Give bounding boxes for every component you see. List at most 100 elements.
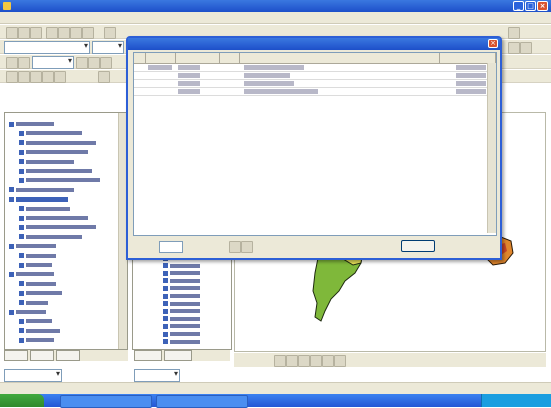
- catalog-item[interactable]: [163, 301, 200, 307]
- editor-combo[interactable]: [4, 369, 62, 382]
- undo-icon[interactable]: [104, 27, 116, 39]
- menu-item[interactable]: [90, 14, 108, 21]
- full-extent-icon[interactable]: [30, 71, 42, 83]
- forward-icon[interactable]: [54, 71, 66, 83]
- toc-layer-item[interactable]: [19, 234, 82, 240]
- minimize-button[interactable]: _: [513, 1, 524, 11]
- toc-layer-item[interactable]: [19, 206, 70, 212]
- toc-layer-item[interactable]: [19, 159, 74, 165]
- catalog-item[interactable]: [163, 331, 200, 337]
- toc-layer-item[interactable]: [9, 271, 54, 277]
- column-header[interactable]: [240, 53, 440, 63]
- draw-arrow-icon[interactable]: [274, 355, 286, 367]
- toc-layer-item[interactable]: [19, 177, 100, 183]
- catalog-item[interactable]: [163, 263, 200, 269]
- taskbar-item[interactable]: [156, 395, 248, 408]
- target-combo[interactable]: [134, 369, 180, 382]
- toc-layer-item[interactable]: [19, 328, 60, 334]
- menu-item[interactable]: [146, 14, 164, 21]
- taskbar-item[interactable]: [60, 395, 152, 408]
- style-combo[interactable]: [4, 41, 90, 54]
- scale-combo[interactable]: [32, 56, 74, 69]
- catalog-item[interactable]: [163, 323, 200, 329]
- maximize-button[interactable]: □: [525, 1, 536, 11]
- tab-contents[interactable]: [134, 350, 162, 361]
- column-header[interactable]: [440, 53, 496, 63]
- cut-icon[interactable]: [58, 27, 70, 39]
- draw-line-icon[interactable]: [310, 355, 322, 367]
- zoom-out-icon[interactable]: [18, 71, 30, 83]
- catalog-item[interactable]: [163, 316, 200, 322]
- toc-layer-item[interactable]: [19, 215, 88, 221]
- open-icon[interactable]: [18, 27, 30, 39]
- draw-rect-icon[interactable]: [286, 355, 298, 367]
- tab-selection[interactable]: [56, 350, 80, 361]
- draw-fill-icon[interactable]: [322, 355, 334, 367]
- column-header[interactable]: [176, 53, 220, 63]
- identify-icon[interactable]: [18, 57, 30, 69]
- toc-layer-item[interactable]: [19, 168, 92, 174]
- toc-layer-item[interactable]: [9, 121, 54, 127]
- draw-font-icon[interactable]: [334, 355, 346, 367]
- close-button[interactable]: ×: [537, 1, 548, 11]
- toc-layer-item[interactable]: [19, 262, 52, 268]
- toc-layer-item[interactable]: [19, 318, 52, 324]
- toc-layer-item[interactable]: [19, 281, 56, 287]
- table-scrollbar[interactable]: [487, 63, 496, 233]
- toc-layer-item[interactable]: [19, 149, 88, 155]
- zoom-in-icon[interactable]: [6, 71, 18, 83]
- toc-layer-item[interactable]: [19, 337, 54, 343]
- column-header[interactable]: [134, 53, 146, 63]
- menu-item[interactable]: [6, 14, 24, 21]
- select-icon[interactable]: [6, 57, 18, 69]
- toc-layer-item[interactable]: [19, 253, 56, 259]
- table-row[interactable]: [134, 88, 496, 96]
- catalog-item[interactable]: [163, 308, 200, 314]
- menu-item[interactable]: [174, 14, 192, 21]
- find-icon[interactable]: [88, 57, 100, 69]
- catalog-item[interactable]: [163, 339, 200, 345]
- options-button[interactable]: [401, 240, 435, 252]
- zoom-icon[interactable]: [508, 42, 520, 54]
- toc-layer-item[interactable]: [19, 140, 96, 146]
- info-icon[interactable]: [98, 71, 110, 83]
- catalog-item[interactable]: [163, 293, 200, 299]
- print-icon[interactable]: [46, 27, 58, 39]
- paste-icon[interactable]: [82, 27, 94, 39]
- tab-display[interactable]: [4, 350, 28, 361]
- show-all-icon[interactable]: [229, 241, 241, 253]
- record-field[interactable]: [159, 241, 183, 253]
- menu-item[interactable]: [62, 14, 80, 21]
- tab-source[interactable]: [30, 350, 54, 361]
- menu-item[interactable]: [118, 14, 136, 21]
- font-combo[interactable]: [92, 41, 124, 54]
- hyperlink-icon[interactable]: [100, 57, 112, 69]
- catalog-item[interactable]: [163, 278, 200, 284]
- catalog-item[interactable]: [163, 270, 200, 276]
- menu-item[interactable]: [34, 14, 52, 21]
- draw-text-icon[interactable]: [298, 355, 310, 367]
- new-icon[interactable]: [6, 27, 18, 39]
- dialog-close-button[interactable]: ×: [488, 39, 498, 48]
- toc-layer-item[interactable]: [9, 187, 74, 193]
- toc-layer-item[interactable]: [19, 224, 96, 230]
- show-selected-icon[interactable]: [241, 241, 253, 253]
- toc-layer-item[interactable]: [19, 300, 48, 306]
- copy-icon[interactable]: [70, 27, 82, 39]
- catalog-item[interactable]: [163, 285, 200, 291]
- toc-layer-item[interactable]: [19, 130, 82, 136]
- save-icon[interactable]: [30, 27, 42, 39]
- tab-preview[interactable]: [164, 350, 192, 361]
- help-icon[interactable]: [508, 27, 520, 39]
- pan-icon[interactable]: [520, 42, 532, 54]
- toc-layer-item[interactable]: [19, 290, 62, 296]
- start-button[interactable]: [0, 394, 44, 407]
- toc-layer-item[interactable]: [9, 243, 56, 249]
- column-header[interactable]: [220, 53, 240, 63]
- toc-layer-item[interactable]: [9, 196, 68, 202]
- column-header[interactable]: [146, 53, 176, 63]
- table-row[interactable]: [134, 64, 496, 72]
- measure-icon[interactable]: [76, 57, 88, 69]
- table-row[interactable]: [134, 72, 496, 80]
- back-icon[interactable]: [42, 71, 54, 83]
